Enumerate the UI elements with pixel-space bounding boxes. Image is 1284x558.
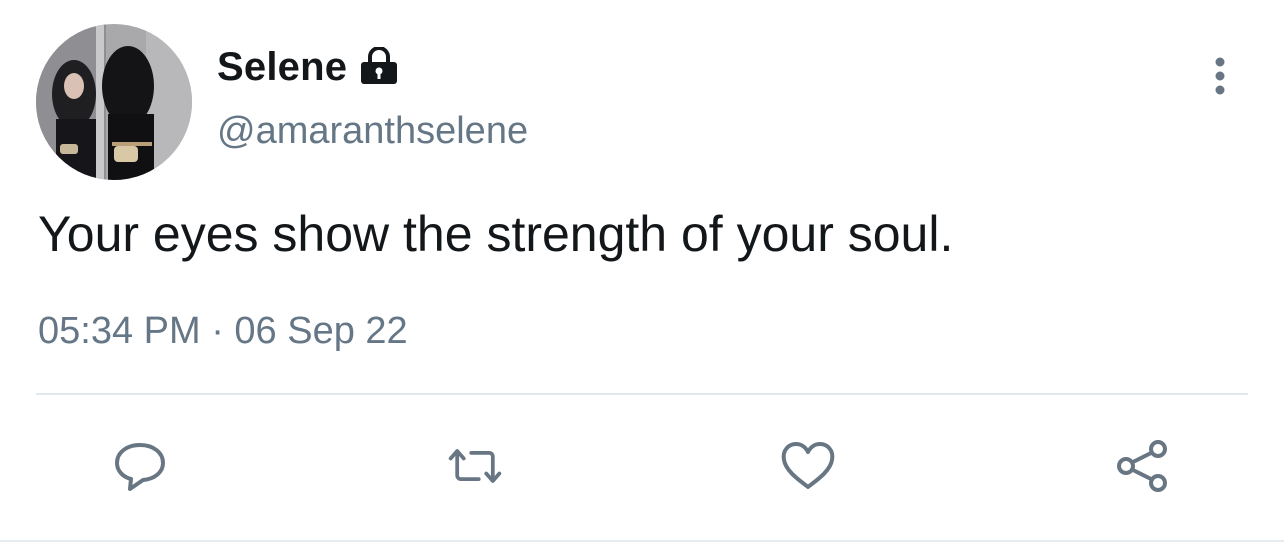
share-nodes-icon: [1117, 440, 1167, 492]
tweet-timestamp[interactable]: 05:34 PM · 06 Sep 22: [38, 310, 408, 353]
retweet-button[interactable]: [445, 436, 505, 496]
heart-icon: [781, 442, 835, 489]
like-button[interactable]: [778, 436, 838, 496]
bottom-divider: [0, 540, 1284, 542]
avatar[interactable]: [36, 24, 192, 180]
display-name-row: Selene: [217, 42, 399, 92]
tweet-card: Selene @amaranthselene Your eyes show th…: [0, 0, 1284, 558]
display-name[interactable]: Selene: [217, 45, 347, 90]
tweet-text: Your eyes show the strength of your soul…: [38, 206, 954, 262]
more-options-button[interactable]: [1198, 52, 1242, 100]
share-button[interactable]: [1112, 436, 1172, 496]
speech-bubble-icon: [115, 443, 165, 491]
retweet-arrows-icon: [448, 449, 502, 483]
reply-button[interactable]: [110, 436, 170, 496]
lock-icon: [359, 47, 399, 85]
user-handle[interactable]: @amaranthselene: [217, 110, 528, 153]
vertical-ellipsis-icon: [1215, 57, 1225, 95]
divider: [36, 393, 1248, 395]
